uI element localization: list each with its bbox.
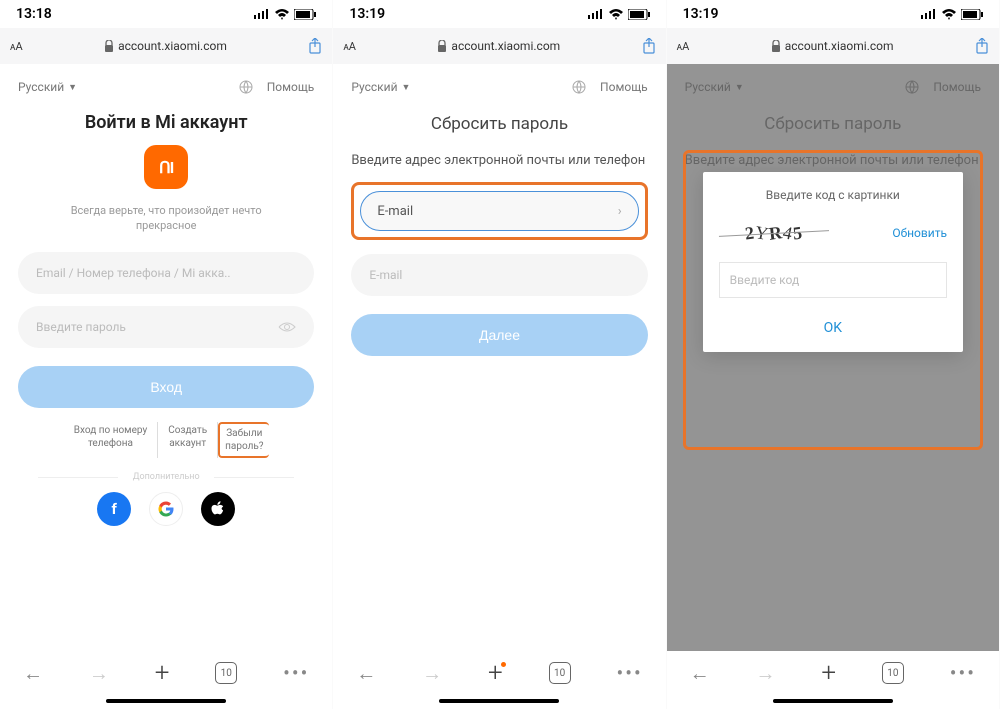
url-text: account.xiaomi.com xyxy=(785,39,894,53)
home-indicator xyxy=(773,699,893,703)
forgot-password-link[interactable]: Забыли пароль? xyxy=(218,422,268,458)
new-tab-icon[interactable]: + xyxy=(821,658,836,688)
method-select[interactable]: E-mail › xyxy=(360,191,638,231)
help-link[interactable]: Помощь xyxy=(600,80,648,94)
instruction-text: Введите адрес электронной почты или теле… xyxy=(333,152,665,182)
bottom-toolbar: ← → + 10 ••• xyxy=(667,649,999,697)
lock-icon xyxy=(771,40,781,52)
share-icon[interactable] xyxy=(642,38,656,54)
chevron-right-icon: › xyxy=(618,204,622,219)
captcha-code-input[interactable]: Введите код xyxy=(719,262,947,298)
apple-icon[interactable] xyxy=(201,492,235,526)
social-row: f xyxy=(18,492,314,526)
forward-icon[interactable]: → xyxy=(89,661,109,686)
bottom-toolbar: ← → + 10 ••• xyxy=(0,649,332,697)
tabs-button[interactable]: 10 xyxy=(549,662,571,684)
screen-login: 13:18 ᴀA account.xiaomi.com Русский ▼ По… xyxy=(0,0,333,709)
captcha-modal: Введите код с картинки 2 Y R 4 5 Обновит… xyxy=(703,172,963,352)
mi-logo: ՈI xyxy=(144,145,188,189)
create-account-link[interactable]: Создать аккаунт xyxy=(158,422,218,458)
language-picker[interactable]: Русский ▼ xyxy=(18,80,77,94)
address-bar[interactable]: account.xiaomi.com xyxy=(356,39,642,53)
modal-title: Введите код с картинки xyxy=(719,188,947,202)
share-icon[interactable] xyxy=(975,38,989,54)
tabs-button[interactable]: 10 xyxy=(882,662,904,684)
home-indicator xyxy=(106,699,226,703)
url-text: account.xiaomi.com xyxy=(451,39,560,53)
status-bar: 13:19 xyxy=(667,0,999,28)
lock-icon xyxy=(437,40,447,52)
eye-icon[interactable] xyxy=(278,321,296,333)
ok-button[interactable]: OK xyxy=(719,314,947,342)
text-size[interactable]: ᴀA xyxy=(343,40,356,53)
status-bar: 13:18 xyxy=(0,0,332,28)
battery-icon xyxy=(961,9,983,20)
email-input[interactable]: E-mail xyxy=(351,254,647,296)
more-icon[interactable]: ••• xyxy=(283,661,309,685)
method-highlight: E-mail › xyxy=(351,182,647,240)
screen-reset: 13:19 ᴀA account.xiaomi.com Русский ▼ По… xyxy=(333,0,666,709)
battery-icon xyxy=(294,9,316,20)
back-icon[interactable]: ← xyxy=(356,661,376,686)
page-title: Сбросить пароль xyxy=(333,114,665,134)
back-icon[interactable]: ← xyxy=(23,661,43,686)
status-icons xyxy=(588,9,650,20)
chevron-down-icon: ▼ xyxy=(68,82,77,93)
captcha-image: 2 Y R 4 5 xyxy=(718,216,829,250)
share-icon[interactable] xyxy=(308,38,322,54)
browser-bar: ᴀA account.xiaomi.com xyxy=(333,28,665,64)
address-bar[interactable]: account.xiaomi.com xyxy=(23,39,309,53)
more-icon[interactable]: ••• xyxy=(950,661,976,685)
status-icons xyxy=(254,9,316,20)
back-icon[interactable]: ← xyxy=(690,661,710,686)
forward-icon[interactable]: → xyxy=(422,661,442,686)
wifi-icon xyxy=(941,9,957,20)
login-input[interactable]: Email / Номер телефона / Mi акка.. xyxy=(18,252,314,294)
status-icons xyxy=(921,9,983,20)
wifi-icon xyxy=(608,9,624,20)
google-icon[interactable] xyxy=(149,492,183,526)
tagline: Всегда верьте, что произойдет нечто прек… xyxy=(0,203,332,234)
links-row: Вход по номеру телефона Создать аккаунт … xyxy=(18,422,314,458)
browser-bar: ᴀA account.xiaomi.com xyxy=(667,28,999,64)
wifi-icon xyxy=(274,9,290,20)
signin-button[interactable]: Вход xyxy=(18,366,314,408)
signal-icon xyxy=(254,9,270,19)
top-row: Русский ▼ Помощь xyxy=(0,64,332,104)
bottom-toolbar: ← → + 10 ••• xyxy=(333,649,665,697)
refresh-captcha-link[interactable]: Обновить xyxy=(892,226,947,240)
help-link[interactable]: Помощь xyxy=(267,80,315,94)
tabs-button[interactable]: 10 xyxy=(215,662,237,684)
globe-icon[interactable] xyxy=(572,80,586,94)
signal-icon xyxy=(588,9,604,19)
new-tab-icon[interactable]: + xyxy=(155,658,170,688)
login-by-phone-link[interactable]: Вход по номеру телефона xyxy=(64,422,158,458)
more-icon[interactable]: ••• xyxy=(616,661,642,685)
extra-label: Дополнительно xyxy=(18,472,314,482)
clock: 13:19 xyxy=(683,6,719,22)
clock: 13:18 xyxy=(16,6,52,22)
home-indicator xyxy=(439,699,559,703)
page-title: Войти в Mi аккаунт xyxy=(0,112,332,133)
facebook-icon[interactable]: f xyxy=(97,492,131,526)
chevron-down-icon: ▼ xyxy=(402,82,411,93)
next-button[interactable]: Далее xyxy=(351,314,647,356)
language-picker[interactable]: Русский ▼ xyxy=(351,80,410,94)
clock: 13:19 xyxy=(349,6,385,22)
text-size[interactable]: ᴀA xyxy=(10,40,23,53)
status-bar: 13:19 xyxy=(333,0,665,28)
address-bar[interactable]: account.xiaomi.com xyxy=(689,39,975,53)
forward-icon[interactable]: → xyxy=(755,661,775,686)
battery-icon xyxy=(628,9,650,20)
new-tab-icon[interactable]: + xyxy=(488,658,503,688)
globe-icon[interactable] xyxy=(239,80,253,94)
url-text: account.xiaomi.com xyxy=(118,39,227,53)
browser-bar: ᴀA account.xiaomi.com xyxy=(0,28,332,64)
password-input[interactable]: Введите пароль xyxy=(18,306,314,348)
signal-icon xyxy=(921,9,937,19)
screen-captcha: 13:19 ᴀA account.xiaomi.com Русский ▼ По… xyxy=(667,0,1000,709)
lock-icon xyxy=(104,40,114,52)
text-size[interactable]: ᴀA xyxy=(677,40,690,53)
top-row: Русский ▼ Помощь xyxy=(333,64,665,104)
